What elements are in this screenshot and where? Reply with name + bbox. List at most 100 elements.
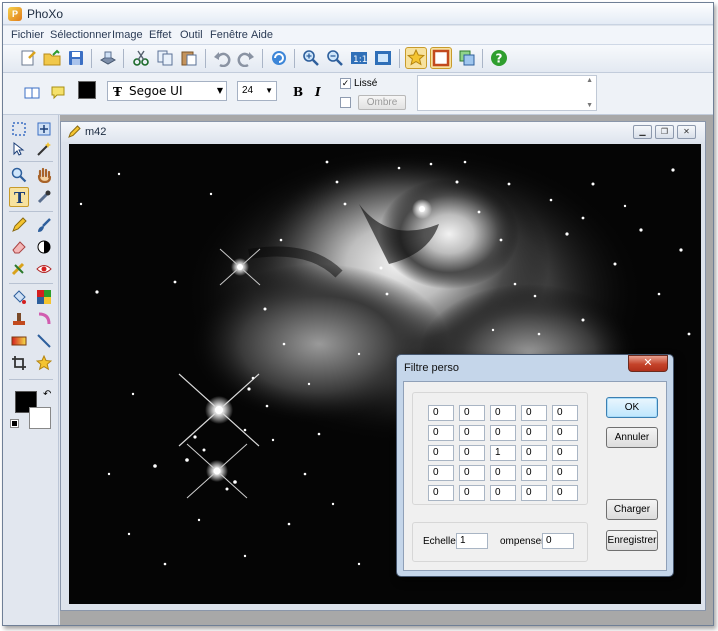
matrix-cell[interactable]: 0 [552,445,578,461]
text-book-icon[interactable] [21,82,43,104]
zoom-out-icon[interactable] [324,47,346,69]
matrix-cell[interactable]: 0 [459,405,485,421]
hand-icon[interactable] [34,165,54,185]
restore-button[interactable]: ❐ [655,125,674,139]
matrix-cell[interactable]: 0 [490,465,516,481]
matrix-cell[interactable]: 0 [490,405,516,421]
cancel-button[interactable]: Annuler [606,427,658,448]
copy-icon[interactable] [154,47,176,69]
help-icon[interactable]: ? [488,47,510,69]
menu-fenetre[interactable]: Fenêtre [210,29,248,41]
document-title: m42 [85,126,107,138]
matrix-cell[interactable]: 0 [521,425,547,441]
fill-bucket-icon[interactable] [9,287,29,307]
stamp-icon[interactable] [9,309,29,329]
offset-label: ompenser [500,536,545,547]
undo-icon[interactable] [211,47,233,69]
actual-size-icon[interactable]: 1:1 [348,47,370,69]
text-bubble-icon[interactable] [47,82,69,104]
font-family-select[interactable]: Ŧ Segoe UI ▼ [107,81,227,101]
matrix-cell[interactable]: 0 [428,485,454,501]
open-folder-icon[interactable] [41,47,63,69]
star-shape-icon[interactable] [34,353,54,373]
fit-window-icon[interactable] [372,47,394,69]
matrix-cell[interactable]: 0 [552,405,578,421]
select-arrow-icon[interactable] [9,139,29,159]
matrix-cell[interactable]: 0 [490,485,516,501]
redo-icon[interactable] [235,47,257,69]
ok-button[interactable]: OK [606,397,658,418]
text-input-area[interactable]: ▲ ▼ [417,75,597,111]
bold-button[interactable]: B [293,85,303,99]
frame-border-icon[interactable] [430,47,452,69]
rect-select-icon[interactable] [9,119,29,139]
cut-icon[interactable] [130,47,152,69]
matrix-cell[interactable]: 0 [459,465,485,481]
eyedropper-icon[interactable] [34,187,54,207]
move-icon[interactable] [34,119,54,139]
matrix-cell[interactable]: 0 [521,445,547,461]
matrix-cell[interactable]: 0 [552,465,578,481]
scan-import-icon[interactable] [97,47,119,69]
matrix-cell[interactable]: 0 [521,465,547,481]
contrast-icon[interactable] [34,237,54,257]
text-color-swatch[interactable] [78,81,96,99]
dialog-close-button[interactable]: ✕ [628,355,668,372]
scroll-up-icon[interactable]: ▲ [586,77,593,84]
menu-selectionner[interactable]: Sélectionner [50,29,111,41]
line-icon[interactable] [34,331,54,351]
pencil-icon[interactable] [9,215,29,235]
gradient-icon[interactable] [9,331,29,351]
magic-wand-icon[interactable] [34,139,54,159]
offset-input[interactable]: 0 [542,533,574,549]
matrix-cell[interactable]: 0 [459,485,485,501]
rotate-refresh-icon[interactable] [268,47,290,69]
favorite-star-icon[interactable] [405,47,427,69]
matrix-cell[interactable]: 0 [428,425,454,441]
font-size-select[interactable]: 24 ▼ [237,81,277,101]
zoom-tool-icon[interactable] [9,165,29,185]
load-button[interactable]: Charger [606,499,658,520]
matrix-cell[interactable]: 1 [490,445,516,461]
reset-colors-icon[interactable] [10,419,19,428]
menu-fichier[interactable]: Fichier [11,29,44,41]
close-button[interactable]: ✕ [677,125,696,139]
shadow-checkbox[interactable] [340,97,351,108]
scale-input[interactable]: 1 [456,533,488,549]
matrix-cell[interactable]: 0 [521,485,547,501]
swap-colors-icon[interactable]: ↶ [43,389,51,400]
menu-outil[interactable]: Outil [180,29,203,41]
new-file-icon[interactable] [17,47,39,69]
eraser-icon[interactable] [9,237,29,257]
matrix-cell[interactable]: 0 [521,405,547,421]
matrix-cell[interactable]: 0 [490,425,516,441]
background-color-swatch[interactable] [29,407,51,429]
menu-effet[interactable]: Effet [149,29,171,41]
minimize-button[interactable]: ▁ [633,125,652,139]
matrix-cell[interactable]: 0 [428,445,454,461]
matrix-cell[interactable]: 0 [552,425,578,441]
red-eye-icon[interactable] [34,259,54,279]
italic-button[interactable]: I [315,85,321,99]
menu-image[interactable]: Image [112,29,143,41]
matrix-cell[interactable]: 0 [428,465,454,481]
zoom-in-icon[interactable] [300,47,322,69]
matrix-cell[interactable]: 0 [552,485,578,501]
layers-icon[interactable] [456,47,478,69]
crop-icon[interactable] [9,353,29,373]
paste-icon[interactable] [178,47,200,69]
matrix-cell[interactable]: 0 [459,425,485,441]
matrix-cell[interactable]: 0 [459,445,485,461]
color-replace-icon[interactable] [34,287,54,307]
smudge-icon[interactable] [34,309,54,329]
smooth-checkbox[interactable]: ✓ [340,78,351,89]
text-tool-icon[interactable]: T [9,187,29,207]
save-button[interactable]: Enregistrer [606,530,658,551]
clone-stamp-icon[interactable] [9,259,29,279]
matrix-cell[interactable]: 0 [428,405,454,421]
brush-icon[interactable] [34,215,54,235]
scroll-down-icon[interactable]: ▼ [586,102,593,109]
shadow-button[interactable]: Ombre [358,95,406,110]
menu-aide[interactable]: Aide [251,29,273,41]
save-disk-icon[interactable] [65,47,87,69]
